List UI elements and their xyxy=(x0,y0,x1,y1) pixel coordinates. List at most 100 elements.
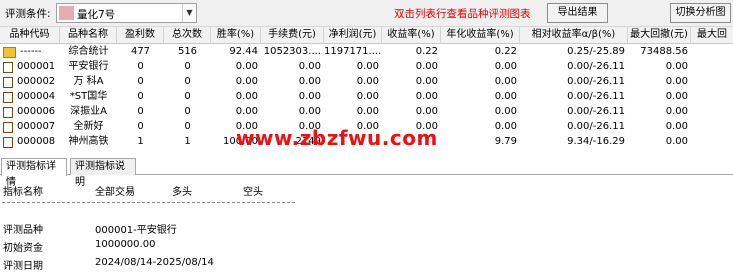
col-header-name[interactable]: 品种名称 xyxy=(60,27,117,44)
wins-cell: 0 xyxy=(137,121,144,132)
table-row[interactable]: 000004 *ST国华 0 0 0.00 0.00 0.00 0.00 0.0… xyxy=(0,90,733,104)
detail-divider xyxy=(2,202,295,203)
stock-code: 000008 xyxy=(17,136,56,147)
annual-return-cell: 0.00 xyxy=(494,121,517,132)
table-row[interactable]: 000001 平安银行 0 0 0.00 0.00 0.00 0.00 0.00… xyxy=(0,60,733,74)
fee-cell: 1052303.... xyxy=(263,46,321,57)
wins-cell: 0 xyxy=(137,91,144,102)
code-cell: 000008 xyxy=(0,135,60,149)
eval-condition-value: 量化7号 xyxy=(77,9,116,21)
table-row[interactable]: ------ 综合统计 477 516 92.44 1052303.... 11… xyxy=(0,45,733,59)
max-drawdown-cell: 0.00 xyxy=(665,76,688,87)
detail-col-long: 多头 xyxy=(172,187,192,198)
wins-cell: 0 xyxy=(137,76,144,87)
col-header-max-drawdown-2[interactable]: 最大回 xyxy=(691,27,733,44)
tab-metric-explanation[interactable]: 评测指标说明 xyxy=(70,158,136,188)
stock-icon xyxy=(3,61,13,73)
col-header-profit[interactable]: 净利润(元) xyxy=(324,27,382,44)
return-cell: 0.00 xyxy=(415,106,438,117)
max-drawdown-cell: 0.00 xyxy=(665,121,688,132)
fee-cell: 0.00 xyxy=(298,76,321,87)
toolbar: 评测条件: 量化7号 ▼ 双击列表行查看品种评测图表 导出结果 切换分析图 xyxy=(0,0,733,27)
code-cell: 000002 xyxy=(0,75,60,89)
watermark-text: www.zbzfwu.com xyxy=(236,126,438,150)
chevron-down-icon[interactable]: ▼ xyxy=(182,4,196,22)
fee-cell: 0.00 xyxy=(298,106,321,117)
total-cell: 0 xyxy=(184,91,191,102)
table-row[interactable]: 000006 深振业A 0 0 0.00 0.00 0.00 0.00 0.00… xyxy=(0,105,733,119)
col-header-wins[interactable]: 盈利数 xyxy=(117,27,164,44)
relative-return-cell: 0.25/-25.89 xyxy=(567,46,625,57)
annual-return-cell: 0.00 xyxy=(494,91,517,102)
total-cell: 516 xyxy=(177,46,198,57)
relative-return-cell: 0.00/-26.11 xyxy=(567,61,625,72)
switch-chart-button[interactable]: 切换分析图 xyxy=(670,3,731,23)
annual-return-cell: 9.79 xyxy=(494,136,517,147)
relative-return-cell: 9.34/-16.29 xyxy=(567,136,625,147)
max-drawdown-cell: 0.00 xyxy=(665,91,688,102)
table-header: 品种代码 品种名称 盈利数 总次数 胜率(%) 手续费(元) 净利润(元) 收益… xyxy=(0,27,733,44)
return-cell: 0.00 xyxy=(415,61,438,72)
stock-icon xyxy=(3,46,16,58)
stock-code: 000002 xyxy=(17,76,56,87)
detail-value-initial-capital: 1000000.00 xyxy=(95,239,156,250)
stock-icon xyxy=(3,106,13,118)
detail-col-metric-name: 指标名称 xyxy=(3,187,43,198)
total-cell: 1 xyxy=(184,136,191,147)
detail-label-initial-capital: 初始资金 xyxy=(3,243,43,254)
code-cell: 000004 xyxy=(0,90,60,104)
detail-col-all-trades: 全部交易 xyxy=(95,187,135,198)
winrate-cell: 0.00 xyxy=(235,76,258,87)
col-header-relative-return[interactable]: 相对收益率α/β(%) xyxy=(520,27,628,44)
relative-return-cell: 0.00/-26.11 xyxy=(567,121,625,132)
double-click-hint: 双击列表行查看品种评测图表 xyxy=(394,8,531,20)
stock-name: *ST国华 xyxy=(69,91,108,102)
fee-cell: 0.00 xyxy=(298,91,321,102)
col-header-code[interactable]: 品种代码 xyxy=(0,27,60,44)
stock-code: 000006 xyxy=(17,106,56,117)
max-drawdown-cell: 0.00 xyxy=(665,61,688,72)
detail-label-date-range: 评测日期 xyxy=(3,261,43,272)
stock-name: 综合统计 xyxy=(68,46,109,57)
total-cell: 0 xyxy=(184,61,191,72)
code-cell: 000001 xyxy=(0,60,60,74)
stock-name: 万 科A xyxy=(73,76,104,87)
col-header-return[interactable]: 收益率(%) xyxy=(382,27,441,44)
stock-name: 全新好 xyxy=(73,121,104,132)
col-header-max-drawdown[interactable]: 最大回撤(元) xyxy=(628,27,691,44)
profit-cell: 0.00 xyxy=(356,106,379,117)
detail-value-instrument: 000001-平安银行 xyxy=(95,225,177,236)
tab-metric-details[interactable]: 评测指标详情 xyxy=(1,158,67,188)
total-cell: 0 xyxy=(184,121,191,132)
col-header-winrate[interactable]: 胜率(%) xyxy=(211,27,261,44)
code-cell: ------ xyxy=(0,45,60,59)
col-header-total[interactable]: 总次数 xyxy=(164,27,211,44)
max-drawdown-cell: 0.00 xyxy=(665,136,688,147)
stock-name: 深振业A xyxy=(70,106,107,117)
export-results-button[interactable]: 导出结果 xyxy=(547,3,608,23)
profit-cell: 0.00 xyxy=(356,61,379,72)
stock-code: 000001 xyxy=(17,61,56,72)
fee-cell: 0.00 xyxy=(298,61,321,72)
annual-return-cell: 0.00 xyxy=(494,76,517,87)
winrate-cell: 0.00 xyxy=(235,61,258,72)
relative-return-cell: 0.00/-26.11 xyxy=(567,106,625,117)
stock-code: 000007 xyxy=(17,121,56,132)
max-drawdown-cell: 0.00 xyxy=(665,106,688,117)
condition-color-icon xyxy=(59,6,74,20)
detail-col-short: 空头 xyxy=(243,187,263,198)
wins-cell: 0 xyxy=(137,61,144,72)
stock-name: 平安银行 xyxy=(68,61,109,72)
profit-cell: 0.00 xyxy=(356,91,379,102)
eval-condition-select[interactable]: 量化7号 ▼ xyxy=(56,3,197,23)
code-cell: 000006 xyxy=(0,105,60,119)
total-cell: 0 xyxy=(184,76,191,87)
col-header-annual-return[interactable]: 年化收益率(%) xyxy=(441,27,520,44)
stock-code: ------ xyxy=(20,46,42,57)
detail-tab-bar: 评测指标详情 评测指标说明 xyxy=(0,157,733,188)
max-drawdown-cell: 73488.56 xyxy=(640,46,688,57)
winrate-cell: 0.00 xyxy=(235,106,258,117)
col-header-fee[interactable]: 手续费(元) xyxy=(261,27,324,44)
annual-return-cell: 0.00 xyxy=(494,106,517,117)
table-row[interactable]: 000002 万 科A 0 0 0.00 0.00 0.00 0.00 0.00… xyxy=(0,75,733,89)
